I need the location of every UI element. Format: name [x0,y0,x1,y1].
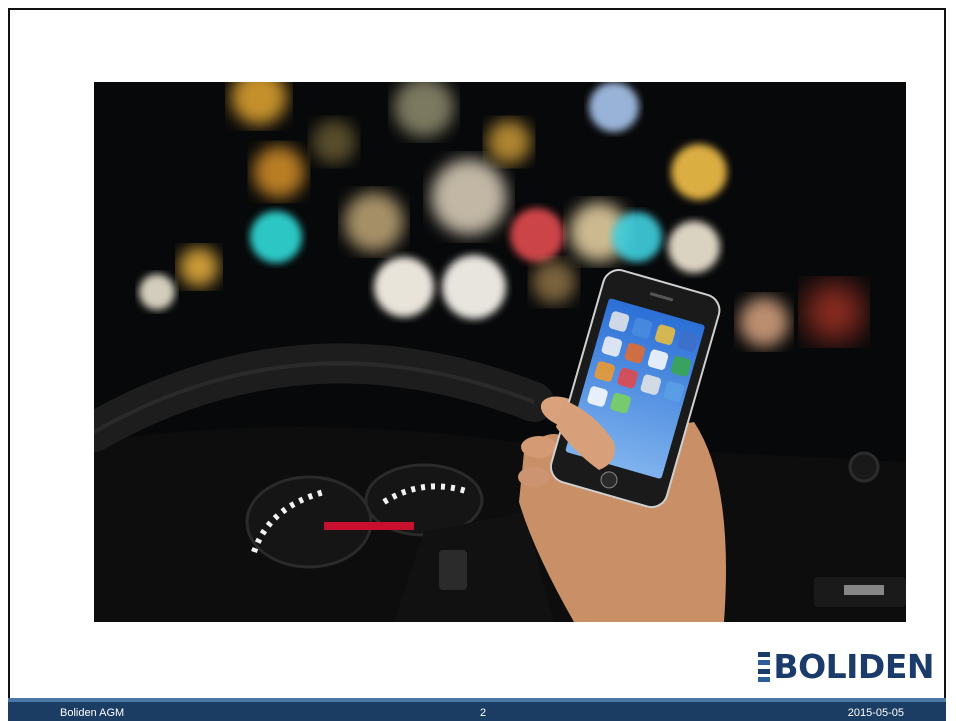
logo-text: BOLIDEN [773,647,934,686]
driving-phone-photo [94,82,906,622]
photo-illustration [94,82,906,622]
footer-date: 2015-05-05 [847,707,904,719]
logo-mark-icon [758,652,771,682]
footer-presentation-title: Boliden AGM [60,707,125,719]
footer-bar: Boliden AGM 2 2015-05-05 [8,698,946,721]
boliden-logo: BOLIDEN [758,647,934,686]
footer-page-number: 2 [480,707,487,719]
slide: BOLIDEN [8,8,946,714]
